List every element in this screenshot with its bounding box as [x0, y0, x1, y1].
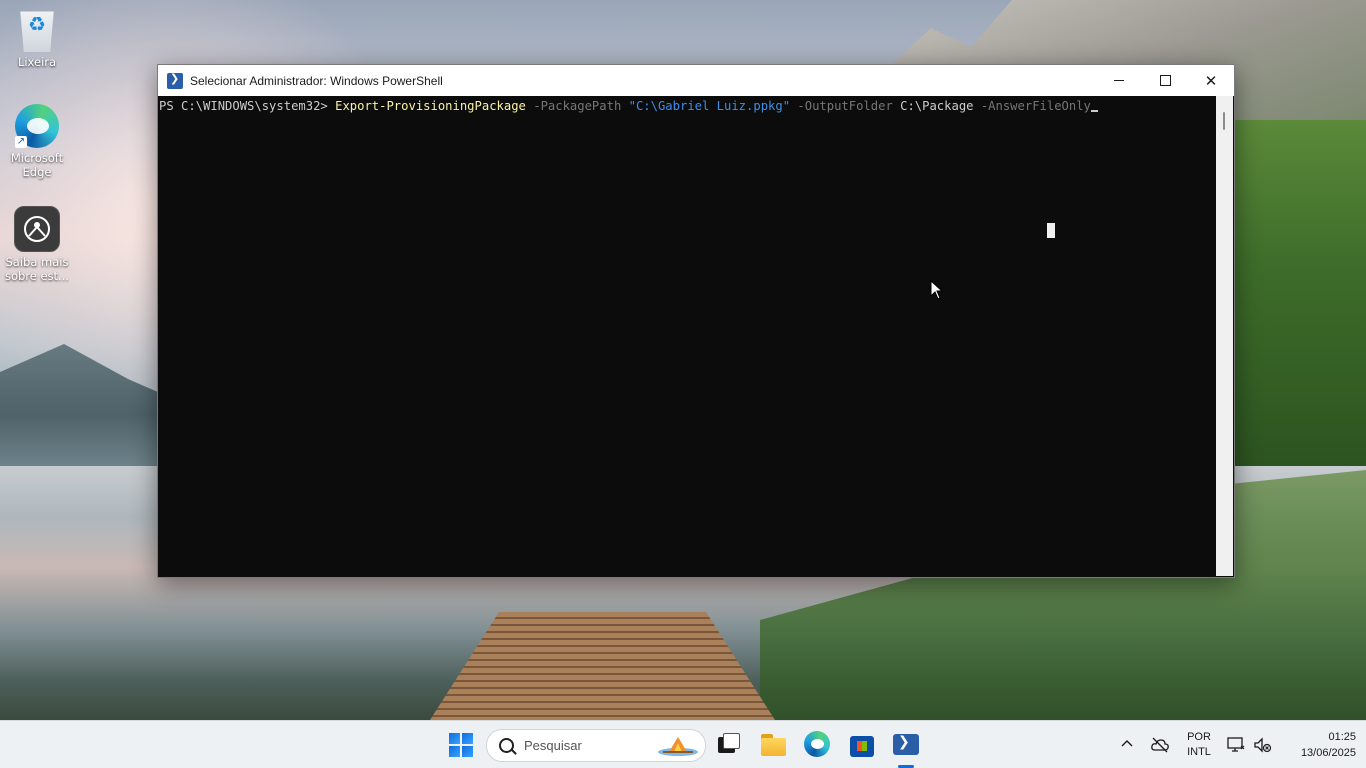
powershell-icon[interactable] [892, 731, 920, 759]
search-highlight-icon [658, 737, 698, 756]
start-button[interactable] [449, 733, 473, 757]
block-cursor [1047, 223, 1055, 238]
desktop-icon-recycle-bin[interactable]: Lixeira [1, 8, 73, 69]
search-placeholder: Pesquisar [524, 738, 582, 753]
taskbar: Pesquisar POR INTL 01:25 13/06/2025 [0, 720, 1366, 768]
console-prompt: PS C:\WINDOWS\system32> [159, 99, 336, 113]
keyboard-layout: INTL [1187, 746, 1211, 758]
desktop-icon-label: Microsoft Edge [10, 151, 64, 179]
close-icon: ✕ [1204, 71, 1218, 90]
wallpaper-forest [1230, 120, 1366, 470]
powershell-window[interactable]: Selecionar Administrador: Windows PowerS… [157, 64, 1235, 578]
scrollbar-thumb[interactable] [1223, 112, 1225, 130]
maximize-icon [1159, 75, 1171, 86]
desktop-icon-edge[interactable]: ↗ Microsoft Edge [1, 104, 73, 179]
console-output-folder-value: C:\Package [900, 99, 974, 113]
learn-about-picture-icon [14, 206, 60, 252]
edge-icon[interactable] [804, 731, 830, 757]
minimize-icon [1114, 80, 1124, 81]
powershell-icon[interactable] [167, 72, 183, 89]
desktop-icon-label: Lixeira [17, 55, 57, 69]
console-param-outputfolder: -OutputFolder [790, 99, 901, 113]
volume-muted-icon[interactable] [1252, 735, 1272, 755]
console-command-line: PS C:\WINDOWS\system32> Export-Provision… [159, 98, 1098, 114]
clock-time: 01:25 [1328, 731, 1356, 743]
edge-icon: ↗ [15, 104, 59, 148]
console-cmdlet: Export-ProvisioningPackage [335, 99, 526, 113]
system-clock[interactable]: 01:25 13/06/2025 [1278, 729, 1356, 761]
desktop-icon-label: Saiba mais sobre est... [4, 255, 70, 283]
recycle-bin-icon [20, 11, 54, 52]
console-param-packagepath: -PackagePath [525, 99, 629, 113]
search-icon [499, 738, 514, 753]
console-package-path-value: "C:\Gabriel Luiz.ppkg" [628, 99, 791, 113]
console-area[interactable]: PS C:\WINDOWS\system32> Export-Provision… [158, 96, 1216, 576]
onedrive-offline-icon[interactable] [1150, 735, 1170, 755]
desktop-icon-learn-more[interactable]: Saiba mais sobre est... [1, 206, 73, 283]
window-title: Selecionar Administrador: Windows PowerS… [190, 73, 443, 88]
close-button[interactable]: ✕ [1188, 65, 1234, 96]
clock-date: 13/06/2025 [1300, 747, 1356, 759]
text-caret [1090, 110, 1098, 112]
input-language-indicator[interactable]: POR INTL [1184, 730, 1214, 760]
chevron-up-icon[interactable] [1120, 737, 1134, 751]
taskbar-search-box[interactable]: Pesquisar [486, 729, 706, 762]
file-explorer-icon[interactable] [760, 731, 788, 759]
maximize-button[interactable] [1142, 65, 1188, 96]
language-code: POR [1187, 731, 1211, 743]
store-icon[interactable] [848, 731, 876, 759]
network-icon[interactable] [1226, 735, 1246, 755]
task-view-icon[interactable] [715, 731, 743, 759]
console-param-answerfileonly: -AnswerFileOnly [973, 99, 1091, 113]
window-controls: ✕ [1096, 65, 1234, 96]
shortcut-arrow-icon: ↗ [15, 136, 27, 148]
window-titlebar[interactable]: Selecionar Administrador: Windows PowerS… [158, 65, 1234, 96]
windows-logo-icon [449, 733, 460, 744]
minimize-button[interactable] [1096, 65, 1142, 96]
console-scrollbar[interactable] [1216, 96, 1233, 576]
